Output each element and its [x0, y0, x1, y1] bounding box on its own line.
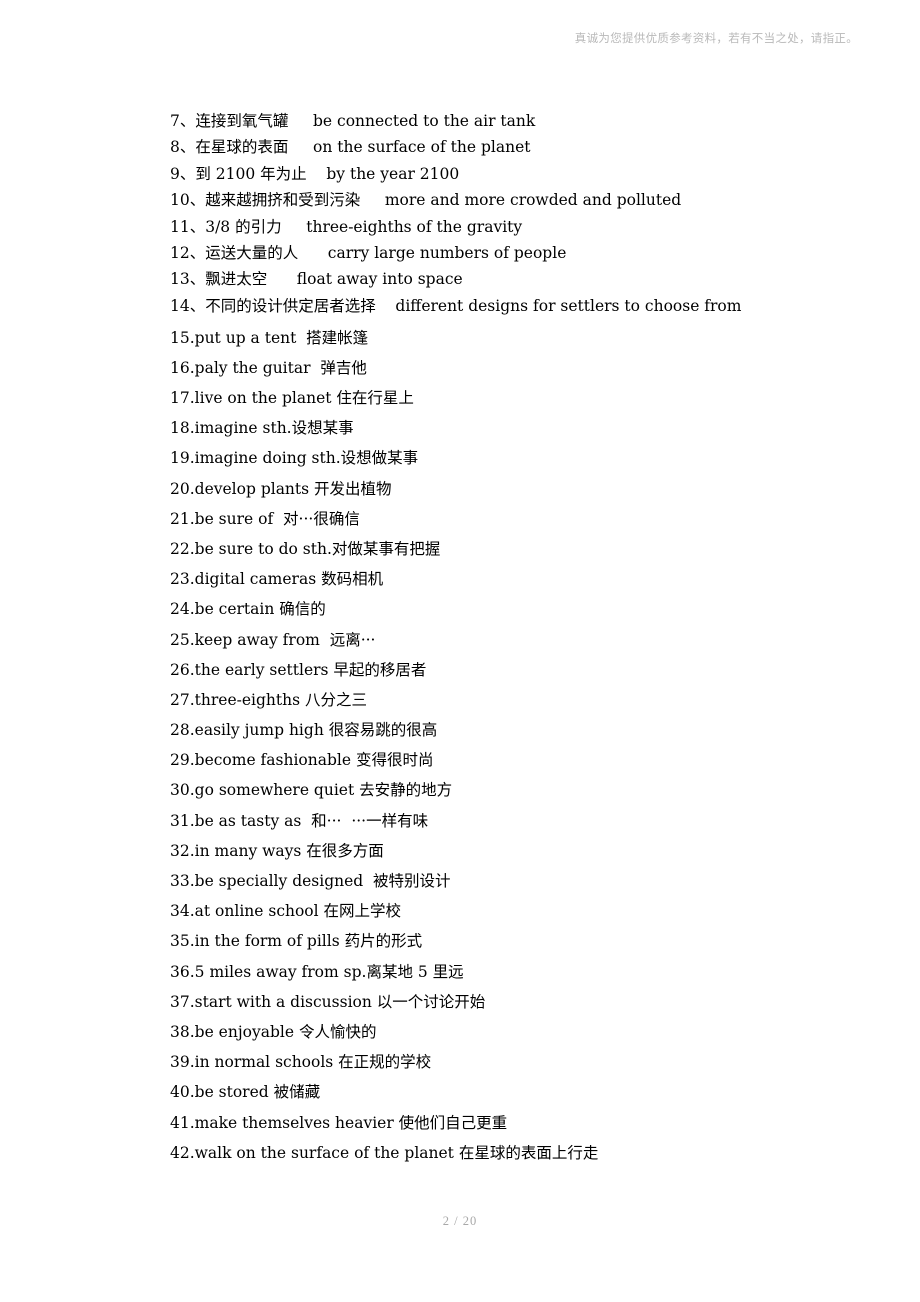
vocabulary-entry: 29.become fashionable 变得很时尚: [170, 751, 434, 770]
vocabulary-entry: 37.start with a discussion 以一个讨论开始: [170, 992, 486, 1011]
vocabulary-entry: 27.three-eighths 八分之三: [170, 690, 367, 709]
vocabulary-entry: 26.the early settlers 早起的移居者: [170, 660, 427, 679]
vocabulary-group-numbered-cn: 7、连接到氧气罐 be connected to the air tank 8、…: [170, 108, 870, 319]
vocabulary-entry: 41.make themselves heavier 使他们自己更重: [170, 1113, 508, 1132]
vocabulary-entry: 22.be sure to do sth.对做某事有把握: [170, 539, 441, 558]
vocabulary-entry: 42.walk on the surface of the planet 在星球…: [170, 1143, 599, 1162]
page-header-notice: 真诚为您提供优质参考资料，若有不当之处，请指正。: [574, 33, 858, 45]
vocabulary-entry: 13、飘进太空 float away into space: [170, 270, 463, 289]
vocabulary-entry: 38.be enjoyable 令人愉快的: [170, 1022, 377, 1041]
vocabulary-entry: 31.be as tasty as 和··· ···一样有味: [170, 811, 429, 830]
vocabulary-entry: 17.live on the planet 住在行星上: [170, 389, 414, 407]
vocabulary-entry: 30.go somewhere quiet 去安静的地方: [170, 781, 453, 800]
vocabulary-entry: 14、不同的设计供定居者选择 different designs for set…: [170, 296, 742, 315]
vocabulary-entry: 33.be specially designed 被特别设计: [170, 872, 451, 890]
vocabulary-group-numbered-dot: 15.put up a tent 搭建帐篷 16.paly the guitar…: [170, 323, 870, 1168]
page-number-indicator: 2 / 20: [442, 1214, 478, 1228]
vocabulary-entry: 21.be sure of 对···很确信: [170, 509, 360, 528]
document-page: 真诚为您提供优质参考资料，若有不当之处，请指正。 7、连接到氧气罐 be con…: [0, 0, 920, 1302]
vocabulary-entry: 15.put up a tent 搭建帐篷: [170, 328, 369, 347]
vocabulary-entry: 9、到 2100 年为止 by the year 2100: [170, 164, 460, 183]
vocabulary-entry: 34.at online school 在网上学校: [170, 902, 402, 921]
vocabulary-entry: 28.easily jump high 很容易跳的很高: [170, 721, 438, 740]
vocabulary-entry: 10、越来越拥挤和受到污染 more and more crowded and …: [170, 191, 682, 210]
vocabulary-entry: 36.5 miles away from sp.离某地 5 里远: [170, 962, 464, 981]
vocabulary-entry: 40.be stored 被储藏: [170, 1083, 321, 1102]
vocabulary-entry: 32.in many ways 在很多方面: [170, 841, 384, 860]
vocabulary-entry: 24.be certain 确信的: [170, 600, 326, 619]
vocabulary-entry: 23.digital cameras 数码相机: [170, 570, 384, 589]
vocabulary-entry: 35.in the form of pills 药片的形式: [170, 932, 423, 951]
vocabulary-entry: 8、在星球的表面 on the surface of the planet: [170, 138, 531, 157]
vocabulary-entry: 12、运送大量的人 carry large numbers of people: [170, 243, 567, 262]
vocabulary-entry: 11、3/8 的引力 three-eighths of the gravity: [170, 217, 523, 236]
document-body: 7、连接到氧气罐 be connected to the air tank 8、…: [170, 108, 870, 1168]
vocabulary-entry: 16.paly the guitar 弹吉他: [170, 358, 367, 377]
vocabulary-entry: 18.imagine sth.设想某事: [170, 419, 354, 438]
vocabulary-entry: 25.keep away from 远离···: [170, 630, 376, 649]
vocabulary-entry: 20.develop plants 开发出植物: [170, 479, 392, 498]
vocabulary-entry: 39.in normal schools 在正规的学校: [170, 1053, 432, 1072]
vocabulary-entry: 19.imagine doing sth.设想做某事: [170, 449, 419, 468]
vocabulary-entry: 7、连接到氧气罐 be connected to the air tank: [170, 112, 536, 130]
